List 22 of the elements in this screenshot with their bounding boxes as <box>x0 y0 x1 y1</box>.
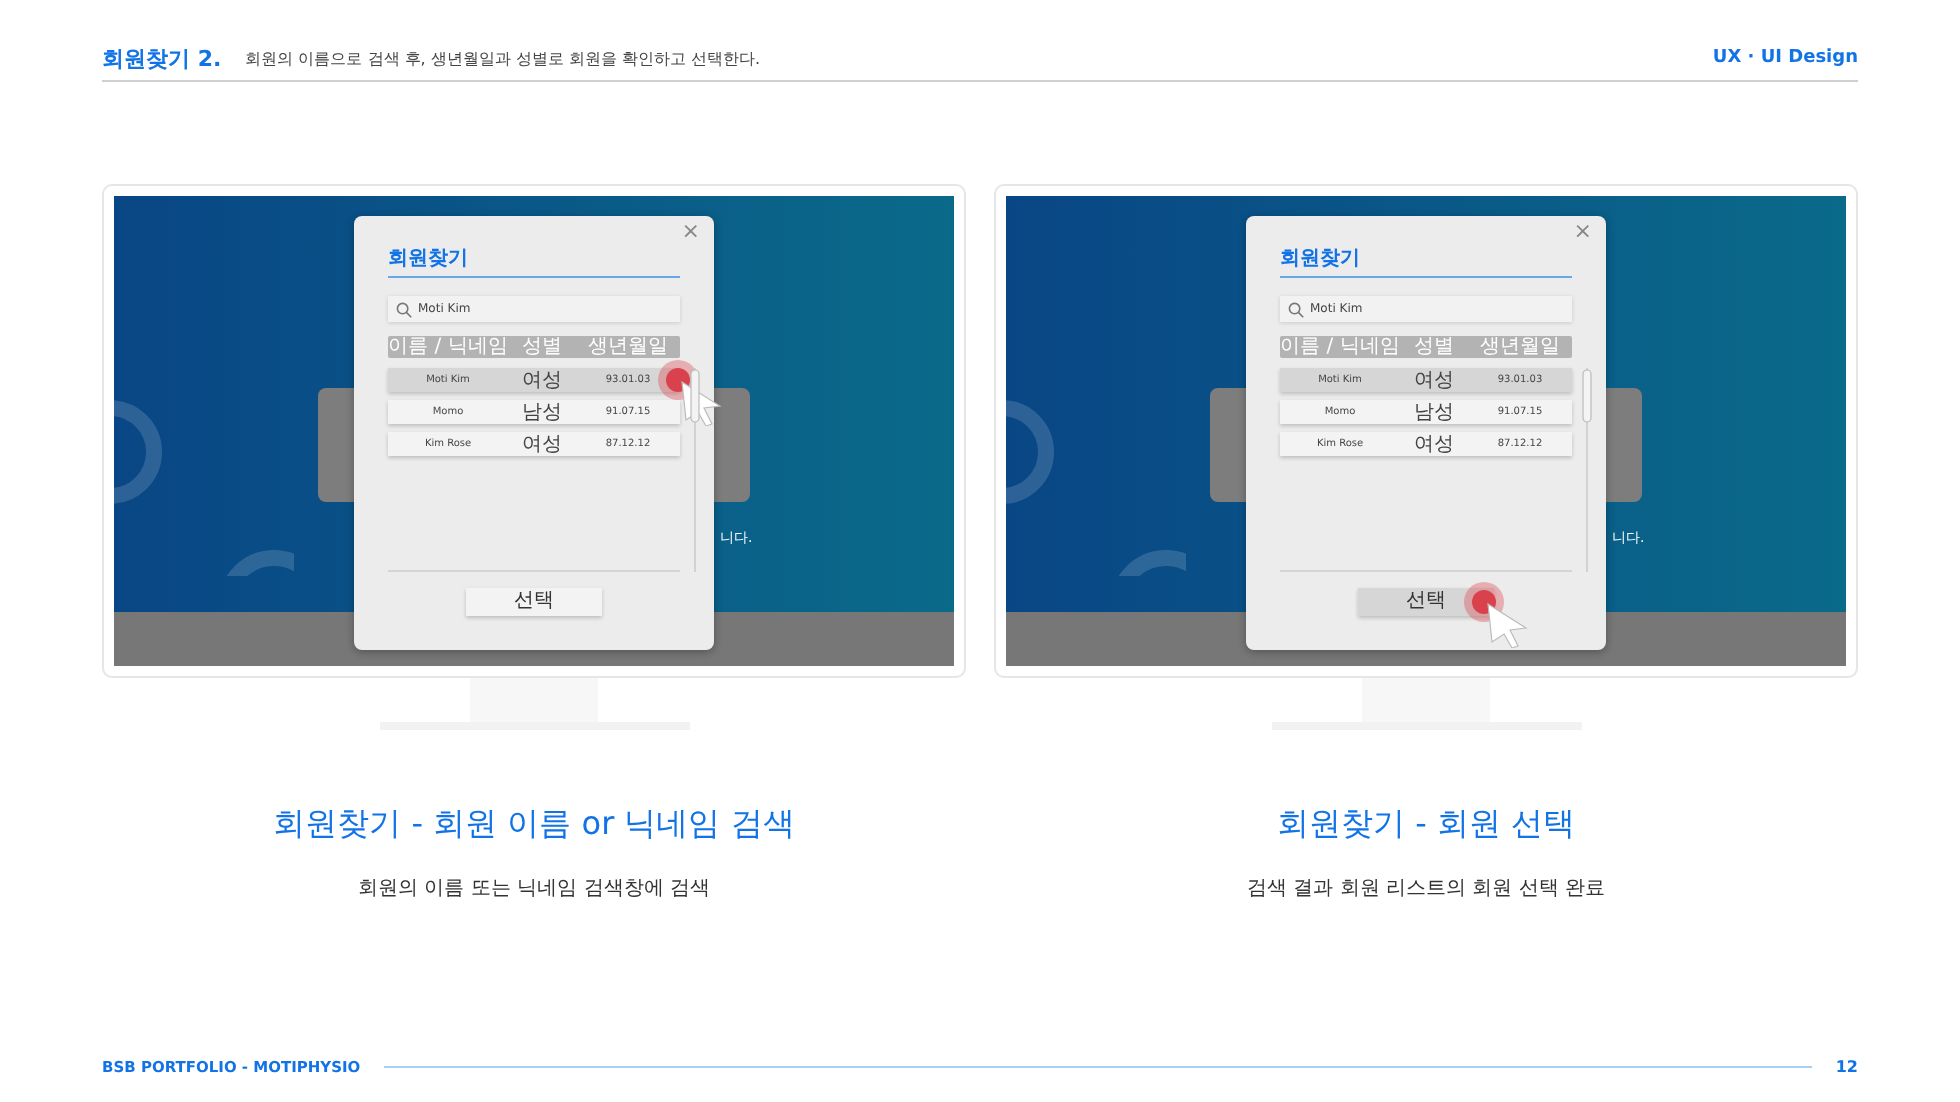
search-icon <box>396 301 412 317</box>
panel-description: 회원의 이름 또는 닉네임 검색창에 검색 <box>358 876 710 902</box>
search-icon <box>1288 301 1304 317</box>
panel-description: 검색 결과 회원 리스트의 회원 선택 완료 <box>1246 876 1606 902</box>
column-header: 성별 <box>1412 336 1456 358</box>
scrollbar[interactable] <box>690 368 700 572</box>
scrollbar[interactable] <box>1582 368 1592 572</box>
column-header: 이름 / 닉네임 <box>1280 336 1400 358</box>
page-number: 12 <box>1835 1058 1858 1076</box>
column-header: 성별 <box>520 336 564 358</box>
dialog-title: 회원찾기 <box>388 244 680 278</box>
column-header: 생년월일 <box>586 336 670 358</box>
column-header: 생년월일 <box>1478 336 1562 358</box>
click-cursor-icon <box>1462 580 1530 648</box>
dialog-title: 회원찾기 <box>1280 244 1572 278</box>
category-label: UX · UI Design <box>1712 48 1858 68</box>
page-title: 회원찾기 2. <box>102 43 222 73</box>
page-description: 회원의 이름으로 검색 후, 생년월일과 성별로 회원을 확인하고 선택한다. <box>245 47 763 69</box>
panel-title: 회원찾기 - 회원 선택 <box>1276 804 1576 846</box>
select-button[interactable]: 선택 <box>466 588 602 616</box>
panel-title: 회원찾기 - 회원 이름 or 닉네임 검색 <box>273 804 795 846</box>
column-header: 이름 / 닉네임 <box>388 336 508 358</box>
